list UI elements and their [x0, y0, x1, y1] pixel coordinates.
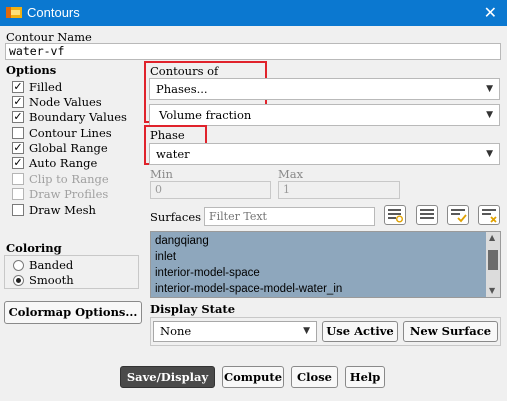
- options-title: Options: [6, 63, 57, 77]
- boundary-values-checkbox[interactable]: ✓: [12, 111, 24, 123]
- draw-mesh-label: Draw Mesh: [29, 203, 96, 217]
- compute-button[interactable]: Compute: [222, 366, 284, 388]
- auto-range-checkbox[interactable]: ✓: [12, 157, 24, 169]
- app-icon: [6, 7, 22, 18]
- contour-lines-checkbox[interactable]: [12, 127, 24, 139]
- filled-checkbox[interactable]: ✓: [12, 81, 24, 93]
- display-state-value: None: [160, 324, 192, 338]
- use-active-button[interactable]: Use Active: [322, 321, 398, 342]
- surfaces-scrollbar[interactable]: ▲ ▼: [486, 232, 500, 297]
- colormap-options-button[interactable]: Colormap Options...: [4, 301, 142, 324]
- contour-name-input[interactable]: water-vf: [5, 43, 501, 60]
- list-item[interactable]: inlet: [155, 251, 176, 263]
- phase-select[interactable]: water ▼: [149, 143, 500, 165]
- draw-mesh-checkbox[interactable]: [12, 204, 24, 216]
- list-lines-icon: [420, 209, 434, 219]
- select-all-button[interactable]: [447, 205, 469, 225]
- chevron-down-icon: ▼: [303, 326, 310, 336]
- help-button[interactable]: Help: [345, 366, 385, 388]
- list-clear-icon: [482, 209, 497, 223]
- contours-of-category-select[interactable]: Phases... ▼: [149, 78, 500, 100]
- close-button[interactable]: Close: [291, 366, 338, 388]
- list-item[interactable]: interior-model-space: [155, 267, 260, 279]
- window-title: Contours: [27, 5, 80, 20]
- smooth-radio[interactable]: [13, 275, 24, 286]
- surfaces-list[interactable]: dangqiang inlet interior-model-space int…: [150, 231, 501, 298]
- new-surface-button[interactable]: New Surface: [403, 321, 498, 342]
- filled-label: Filled: [29, 80, 63, 94]
- phase-value: water: [156, 147, 190, 161]
- contours-of-label: Contours of: [150, 64, 219, 78]
- banded-radio[interactable]: [13, 260, 24, 271]
- max-field: 1: [278, 181, 400, 199]
- min-label: Min: [150, 167, 173, 181]
- global-range-checkbox[interactable]: ✓: [12, 142, 24, 154]
- options-list: ✓ Filled ✓ Node Values ✓ Boundary Values…: [12, 80, 147, 220]
- coloring-title: Coloring: [6, 241, 62, 255]
- clip-to-range-checkbox: [12, 173, 24, 185]
- phase-label: Phase: [150, 128, 185, 142]
- surfaces-filter-input[interactable]: [204, 207, 375, 226]
- contour-name-label: Contour Name: [6, 30, 92, 44]
- scroll-up-icon[interactable]: ▲: [489, 233, 495, 242]
- contours-of-variable-value: Volume fraction: [159, 108, 252, 122]
- display-state-label: Display State: [150, 302, 236, 316]
- min-field: 0: [150, 181, 271, 199]
- chevron-down-icon: ▼: [486, 149, 493, 159]
- list-item[interactable]: interior-model-space-model-water_in: [155, 283, 342, 295]
- select-surfaces-button[interactable]: [384, 205, 406, 225]
- contour-lines-label: Contour Lines: [29, 126, 112, 140]
- coloring-group: Banded Smooth: [4, 255, 139, 289]
- chevron-down-icon: ▼: [486, 110, 493, 120]
- title-bar: Contours ✕: [0, 0, 507, 26]
- clip-to-range-label: Clip to Range: [29, 172, 109, 186]
- draw-profiles-label: Draw Profiles: [29, 187, 109, 201]
- list-item[interactable]: dangqiang: [155, 235, 209, 247]
- contours-of-category-value: Phases...: [156, 82, 208, 96]
- scroll-down-icon[interactable]: ▼: [489, 286, 495, 295]
- draw-profiles-checkbox: [12, 188, 24, 200]
- display-state-select[interactable]: None ▼: [153, 321, 317, 342]
- chevron-down-icon: ▼: [486, 84, 493, 94]
- contours-of-variable-select[interactable]: Volume fraction ▼: [149, 104, 500, 126]
- list-check-icon: [451, 209, 467, 223]
- auto-range-label: Auto Range: [29, 156, 98, 170]
- scrollbar-thumb[interactable]: [488, 250, 498, 270]
- list-options-button[interactable]: [416, 205, 438, 225]
- surfaces-label: Surfaces: [150, 210, 202, 224]
- list-filter-icon: [388, 209, 403, 223]
- deselect-all-button[interactable]: [478, 205, 500, 225]
- boundary-values-label: Boundary Values: [29, 110, 127, 124]
- node-values-checkbox[interactable]: ✓: [12, 96, 24, 108]
- global-range-label: Global Range: [29, 141, 108, 155]
- smooth-label: Smooth: [29, 273, 74, 287]
- node-values-label: Node Values: [29, 95, 102, 109]
- save-display-button[interactable]: Save/Display: [120, 366, 215, 388]
- max-label: Max: [278, 167, 304, 181]
- close-icon[interactable]: ✕: [484, 3, 497, 22]
- banded-label: Banded: [29, 258, 74, 272]
